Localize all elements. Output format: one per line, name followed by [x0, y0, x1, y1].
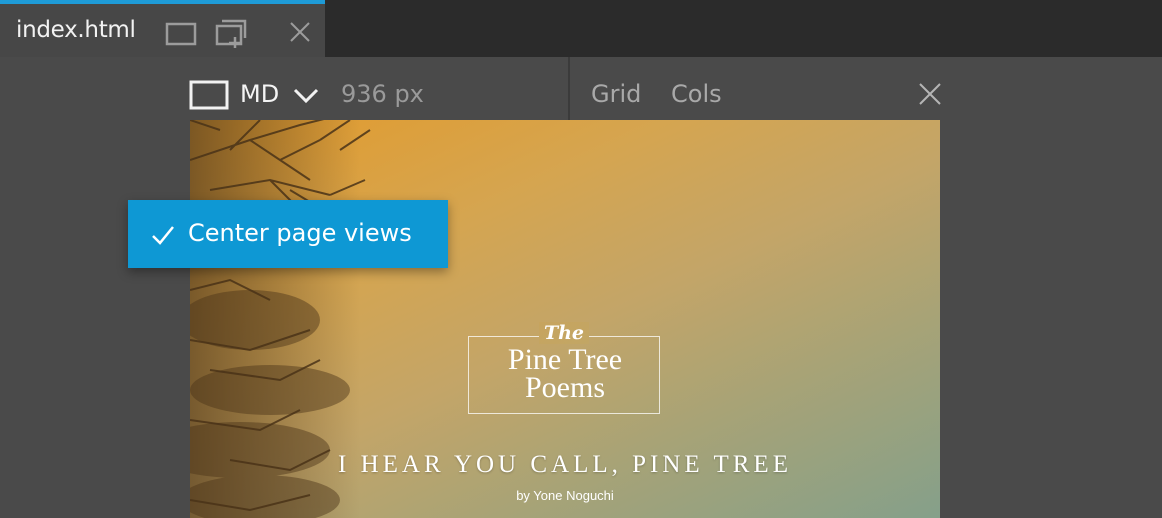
logo-line-2: Poems: [524, 371, 605, 404]
checkmark-icon: [150, 222, 176, 248]
logo-the-wrapper: The: [468, 322, 660, 344]
single-view-icon[interactable]: [164, 18, 198, 48]
poem-title: I HEAR YOU CALL, PINE TREE: [338, 451, 792, 478]
tab-bar: index.html: [0, 0, 1162, 57]
breakpoint-selector[interactable]: MD: [240, 80, 279, 108]
page-preview[interactable]: Pine Tree Poems The I HEAR YOU CALL, PIN…: [190, 120, 940, 518]
page-width-readout: 936 px: [341, 80, 424, 108]
menu-item-label: Center page views: [188, 219, 412, 247]
cols-toggle[interactable]: Cols: [671, 80, 722, 108]
tab-title: index.html: [16, 17, 136, 43]
tab-index-html[interactable]: index.html: [0, 0, 325, 57]
toolbar-divider: [568, 57, 570, 121]
device-frame-icon[interactable]: [189, 80, 229, 110]
close-tab-icon[interactable]: [285, 18, 315, 48]
site-logo: Pine Tree Poems: [468, 336, 660, 414]
center-page-views-menu-item[interactable]: Center page views: [128, 200, 448, 268]
grid-toggle[interactable]: Grid: [591, 80, 641, 108]
close-icon[interactable]: [915, 80, 945, 108]
chevron-down-icon[interactable]: [292, 84, 320, 106]
add-view-icon[interactable]: [214, 18, 248, 48]
logo-the: The: [538, 322, 590, 344]
poem-author: by Yone Noguchi: [516, 488, 614, 503]
